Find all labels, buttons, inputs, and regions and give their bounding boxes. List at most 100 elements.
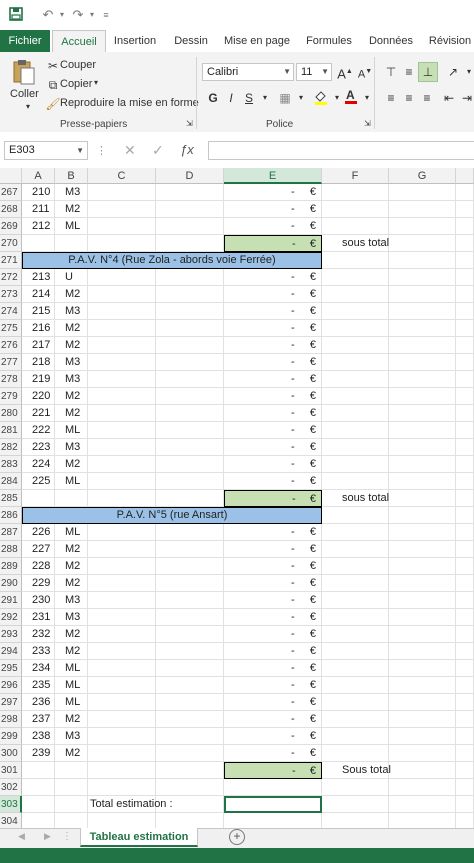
cell-g[interactable] [389, 235, 456, 252]
row-header[interactable]: 291 [0, 592, 22, 609]
cell-c[interactable] [88, 456, 156, 473]
increase-indent-icon[interactable]: ⇥ [458, 89, 474, 107]
cell-e[interactable]: - € [224, 558, 322, 575]
cell-b[interactable]: M3 [55, 354, 88, 371]
cell-e[interactable]: - € [224, 320, 322, 337]
row-header[interactable]: 271 [0, 252, 22, 269]
cell-b[interactable]: M2 [55, 388, 88, 405]
column-header-e[interactable]: E [224, 168, 322, 184]
cell-h[interactable] [456, 218, 474, 235]
cell-e[interactable] [224, 779, 322, 796]
cell-g[interactable] [389, 439, 456, 456]
row-header[interactable]: 282 [0, 439, 22, 456]
cell-a[interactable]: 218 [22, 354, 55, 371]
cell-f[interactable] [322, 507, 389, 524]
font-launcher-icon[interactable]: ⇲ [364, 119, 371, 128]
row-header[interactable]: 267 [0, 184, 22, 201]
cell-h[interactable] [456, 745, 474, 762]
row-header[interactable]: 290 [0, 575, 22, 592]
cell-d[interactable] [156, 320, 224, 337]
cell-b[interactable]: ML [55, 694, 88, 711]
row-header[interactable]: 289 [0, 558, 22, 575]
cell-g[interactable] [389, 388, 456, 405]
confirm-icon[interactable]: ✓ [152, 142, 164, 159]
cell-h[interactable] [456, 269, 474, 286]
cell-a[interactable] [22, 490, 55, 507]
cell-a[interactable]: 233 [22, 643, 55, 660]
cell-g[interactable] [389, 473, 456, 490]
cell-f[interactable] [322, 218, 389, 235]
cell-b[interactable] [55, 779, 88, 796]
cell-h[interactable] [456, 388, 474, 405]
cell-d[interactable] [156, 405, 224, 422]
cell-h[interactable] [456, 660, 474, 677]
cell-g[interactable] [389, 558, 456, 575]
cell-e[interactable]: - € [224, 643, 322, 660]
tab-file[interactable]: Fichier [0, 30, 50, 52]
cell-b[interactable]: ML [55, 660, 88, 677]
cell-c[interactable] [88, 422, 156, 439]
cell-a[interactable]: 237 [22, 711, 55, 728]
cell-d[interactable] [156, 558, 224, 575]
row-header[interactable]: 295 [0, 660, 22, 677]
cell-f[interactable] [322, 269, 389, 286]
cell-c[interactable] [88, 388, 156, 405]
row-header[interactable]: 294 [0, 643, 22, 660]
cell-a[interactable] [22, 796, 55, 813]
cell-e[interactable]: - € [224, 184, 322, 201]
cell-d[interactable] [156, 286, 224, 303]
cell-g[interactable] [389, 252, 456, 269]
cell-f[interactable] [322, 439, 389, 456]
cell-d[interactable] [156, 524, 224, 541]
cell-d[interactable] [156, 575, 224, 592]
cell-c[interactable] [88, 762, 156, 779]
cell-d[interactable] [156, 728, 224, 745]
cell-f[interactable] [322, 728, 389, 745]
column-header-b[interactable]: B [55, 168, 88, 184]
cell-f[interactable] [322, 456, 389, 473]
cell-c[interactable] [88, 779, 156, 796]
copy-button[interactable]: Copier [60, 78, 92, 90]
cell-c[interactable] [88, 609, 156, 626]
cell-c[interactable] [88, 354, 156, 371]
cell-a[interactable]: 217 [22, 337, 55, 354]
cell-e[interactable]: - € [224, 541, 322, 558]
cell-b[interactable]: M3 [55, 592, 88, 609]
cell-e[interactable]: - € [224, 422, 322, 439]
cell-f[interactable] [322, 354, 389, 371]
cell-d[interactable] [156, 303, 224, 320]
cell-g[interactable] [389, 694, 456, 711]
cell-d[interactable] [156, 371, 224, 388]
cell-e[interactable]: - € [224, 626, 322, 643]
cut-button[interactable]: Couper [60, 59, 96, 71]
font-name-select[interactable]: Calibri ▼ [202, 63, 294, 81]
cell-c[interactable] [88, 728, 156, 745]
row-header[interactable]: 288 [0, 541, 22, 558]
cell-d[interactable] [156, 643, 224, 660]
cell-d[interactable] [156, 745, 224, 762]
cell-g[interactable] [389, 405, 456, 422]
cell-d[interactable] [156, 439, 224, 456]
align-bottom-icon[interactable]: ⊥ [418, 62, 438, 82]
underline-dropdown-icon[interactable]: ▾ [256, 89, 274, 107]
cell-c[interactable] [88, 490, 156, 507]
cell-d[interactable] [156, 354, 224, 371]
cell-h[interactable] [456, 626, 474, 643]
cell-c[interactable] [88, 439, 156, 456]
cell-h[interactable] [456, 558, 474, 575]
cell-a[interactable]: 231 [22, 609, 55, 626]
cell-g[interactable] [389, 201, 456, 218]
cell-b[interactable]: M2 [55, 711, 88, 728]
cell-a[interactable]: 216 [22, 320, 55, 337]
cell-c[interactable] [88, 286, 156, 303]
cell-f[interactable] [322, 643, 389, 660]
cell-f[interactable] [322, 813, 389, 828]
cell-a[interactable]: 220 [22, 388, 55, 405]
cell-a[interactable] [22, 813, 55, 828]
cell-h[interactable] [456, 694, 474, 711]
cell-g[interactable] [389, 796, 456, 813]
row-header[interactable]: 273 [0, 286, 22, 303]
cell-a[interactable]: 223 [22, 439, 55, 456]
cell-b[interactable]: M3 [55, 184, 88, 201]
row-header[interactable]: 272 [0, 269, 22, 286]
